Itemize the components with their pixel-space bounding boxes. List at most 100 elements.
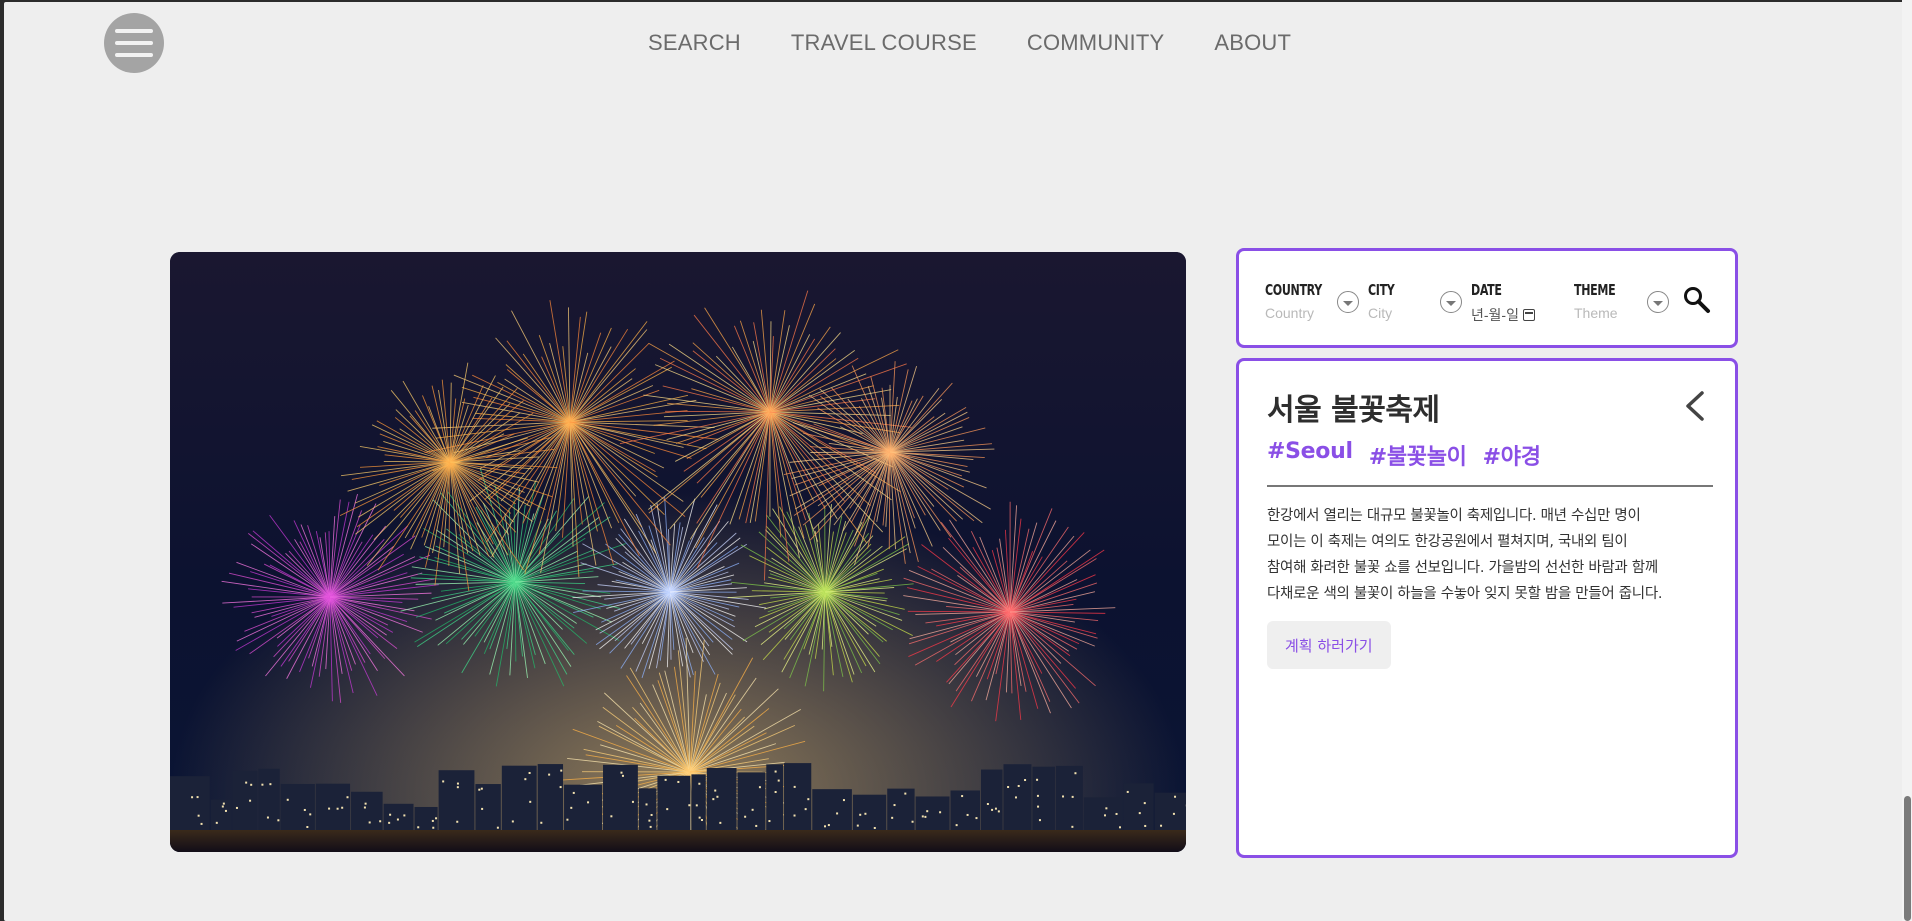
nav-about[interactable]: ABOUT xyxy=(1214,30,1291,56)
country-label: COUNTRY xyxy=(1265,281,1322,299)
hero-image xyxy=(170,252,1186,852)
city-building xyxy=(170,776,210,830)
menu-button[interactable] xyxy=(104,13,164,73)
page-viewport: SEARCH TRAVEL COURSE COMMUNITY ABOUT COU… xyxy=(4,2,1904,921)
city-light xyxy=(631,800,634,803)
city-light xyxy=(529,800,532,803)
city-building xyxy=(887,788,915,830)
city-light xyxy=(346,796,349,799)
city-light xyxy=(249,799,252,802)
city-light xyxy=(774,791,777,794)
city-light xyxy=(859,813,862,816)
country-dropdown-icon[interactable] xyxy=(1337,291,1359,313)
city-light xyxy=(456,820,459,823)
city-building xyxy=(501,765,537,830)
city-light xyxy=(997,810,1000,813)
date-input[interactable]: 년-월-일 xyxy=(1471,305,1535,325)
city-light xyxy=(309,813,312,816)
city-light xyxy=(700,819,703,822)
city-building xyxy=(950,790,980,830)
city-light xyxy=(924,815,927,818)
plan-button[interactable]: 계획 하러가기 xyxy=(1267,621,1391,669)
city-light xyxy=(548,773,551,776)
hamburger-icon-line xyxy=(115,41,153,45)
description-line: 모이는 이 축제는 여의도 한강공원에서 펼쳐지며, 국내외 팀이 xyxy=(1267,534,1628,550)
city-light xyxy=(540,821,543,824)
date-filter[interactable]: DATE 년-월-일 xyxy=(1471,281,1535,325)
nav-community[interactable]: COMMUNITY xyxy=(1027,30,1164,56)
tag-seoul[interactable]: #Seoul xyxy=(1267,439,1353,471)
city-light xyxy=(926,810,929,813)
city-light xyxy=(1144,824,1147,827)
theme-placeholder[interactable]: Theme xyxy=(1574,305,1624,321)
city-light xyxy=(777,779,780,782)
city-light xyxy=(610,815,613,818)
city-light xyxy=(842,799,845,802)
city-filter[interactable]: CITY City xyxy=(1368,281,1400,321)
tag-night-view[interactable]: #야경 xyxy=(1483,439,1541,471)
city-light xyxy=(911,820,914,823)
city-light xyxy=(1062,795,1065,798)
city-light xyxy=(991,808,994,811)
city-light xyxy=(712,798,715,801)
city-light xyxy=(481,807,484,810)
city-light xyxy=(559,786,562,789)
theme-filter[interactable]: THEME Theme xyxy=(1574,281,1624,321)
city-building xyxy=(638,788,657,830)
city-light xyxy=(480,787,483,790)
city-light xyxy=(1172,812,1175,815)
city-light xyxy=(496,826,499,829)
city-light xyxy=(566,818,569,821)
nav-search[interactable]: SEARCH xyxy=(648,30,741,56)
city-light xyxy=(442,780,445,783)
search-icon[interactable] xyxy=(1682,285,1712,315)
city-light xyxy=(751,808,754,811)
city-light xyxy=(1138,812,1141,815)
city-light xyxy=(191,796,194,799)
city-light xyxy=(224,809,227,812)
city-building xyxy=(737,772,766,830)
hamburger-icon-line xyxy=(115,29,153,33)
city-light xyxy=(793,814,796,817)
city-light xyxy=(645,803,648,806)
city-light xyxy=(1017,784,1020,787)
city-building xyxy=(210,799,232,830)
tag-fireworks[interactable]: #불꽃놀이 xyxy=(1369,439,1467,471)
city-placeholder[interactable]: City xyxy=(1368,305,1400,321)
city-light xyxy=(695,804,698,807)
city-light xyxy=(196,796,199,799)
city-light xyxy=(1118,826,1121,829)
city-light xyxy=(478,788,481,791)
date-label: DATE xyxy=(1471,281,1502,299)
city-building xyxy=(1123,783,1154,830)
city-light xyxy=(975,817,978,820)
city-building xyxy=(564,784,603,830)
city-light xyxy=(664,778,667,781)
city-light xyxy=(1071,795,1074,798)
city-building xyxy=(812,789,852,830)
city-light xyxy=(666,808,669,811)
city-light xyxy=(1143,802,1146,805)
city-light xyxy=(572,791,575,794)
city-light xyxy=(758,786,761,789)
city-building xyxy=(1055,765,1083,830)
city-light xyxy=(336,807,339,810)
chevron-left-icon[interactable] xyxy=(1682,389,1708,423)
city-label: CITY xyxy=(1368,281,1395,299)
city-dropdown-icon[interactable] xyxy=(1440,291,1462,313)
city-light xyxy=(698,782,701,785)
theme-dropdown-icon[interactable] xyxy=(1647,291,1669,313)
country-filter[interactable]: COUNTRY Country xyxy=(1265,281,1334,321)
scrollbar-thumb[interactable] xyxy=(1904,796,1911,921)
scrollbar[interactable] xyxy=(1902,0,1912,921)
city-building xyxy=(232,770,258,830)
country-placeholder[interactable]: Country xyxy=(1265,305,1334,321)
city-light xyxy=(222,802,225,805)
calendar-icon[interactable] xyxy=(1522,309,1535,321)
city-building xyxy=(258,768,280,830)
city-light xyxy=(904,792,907,795)
city-light xyxy=(269,783,272,786)
city-light xyxy=(714,789,717,792)
city-light xyxy=(245,781,248,784)
nav-travel-course[interactable]: TRAVEL COURSE xyxy=(791,30,977,56)
